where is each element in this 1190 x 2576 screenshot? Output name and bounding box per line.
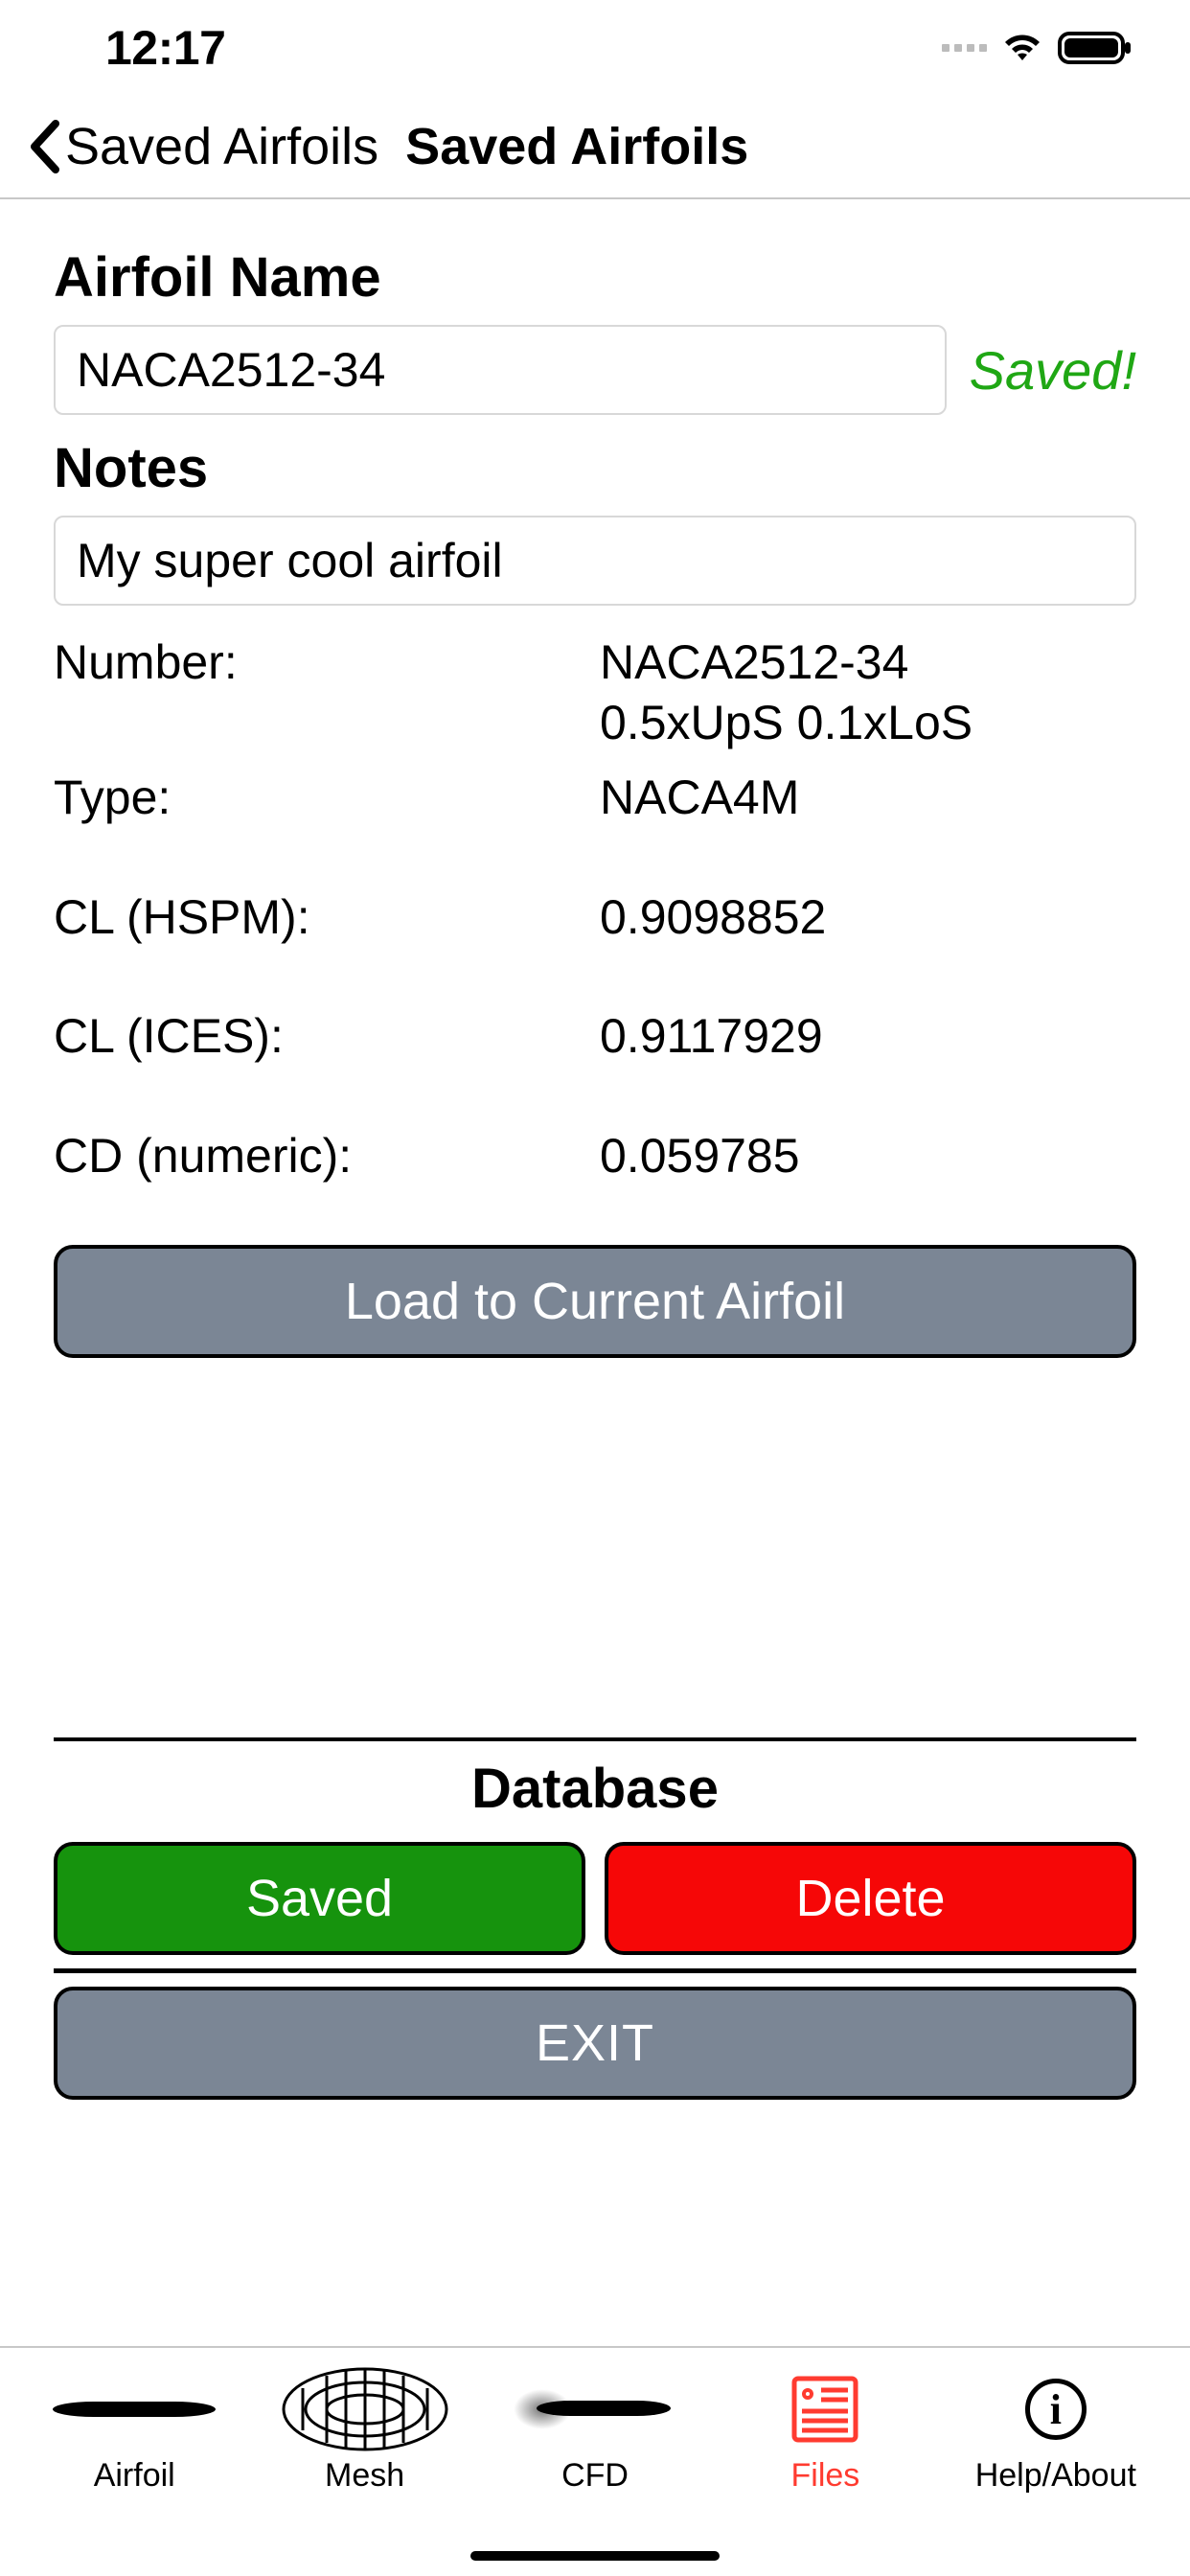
detail-label: CL (HSPM): (54, 887, 600, 948)
info-icon: i (1025, 2361, 1087, 2457)
database-heading: Database (54, 1757, 1136, 1821)
tab-files[interactable]: Files (710, 2361, 940, 2576)
detail-label: CD (numeric): (54, 1126, 600, 1186)
tab-cfd[interactable]: CFD (480, 2361, 710, 2576)
divider (54, 1968, 1136, 1973)
mesh-icon (279, 2361, 451, 2457)
divider (54, 1737, 1136, 1741)
nav-bar: Saved Airfoils Saved Airfoils (0, 96, 1190, 199)
detail-row-number: Number: NACA2512-34 0.5xUpS 0.1xLoS (54, 632, 1136, 752)
home-indicator[interactable] (470, 2551, 720, 2561)
delete-button[interactable]: Delete (605, 1842, 1136, 1955)
notes-label: Notes (54, 436, 1136, 500)
tab-label: Help/About (975, 2457, 1136, 2495)
nav-title: Saved Airfoils (405, 117, 748, 176)
notes-input[interactable] (54, 516, 1136, 606)
airfoil-name-input[interactable] (54, 325, 947, 415)
back-button[interactable]: Saved Airfoils (27, 117, 378, 176)
chevron-left-icon (27, 120, 61, 173)
detail-value: 0.9117929 (600, 1006, 823, 1067)
tab-label: CFD (561, 2457, 629, 2495)
exit-button[interactable]: EXIT (54, 1987, 1136, 2100)
status-right (942, 31, 1133, 65)
tab-airfoil[interactable]: Airfoil (19, 2361, 249, 2576)
tab-label: Airfoil (94, 2457, 175, 2495)
wifi-icon (1000, 32, 1044, 64)
airfoil-name-label: Airfoil Name (54, 245, 1136, 310)
content: Airfoil Name Saved! Notes Number: NACA25… (0, 199, 1190, 2100)
detail-row-cd: CD (numeric): 0.059785 (54, 1126, 1136, 1186)
detail-value: 0.059785 (600, 1126, 800, 1186)
status-time: 12:17 (105, 20, 225, 76)
files-icon (789, 2361, 861, 2457)
tab-mesh[interactable]: Mesh (249, 2361, 479, 2576)
tab-help-about[interactable]: i Help/About (941, 2361, 1171, 2576)
detail-row-type: Type: NACA4M (54, 768, 1136, 828)
back-label: Saved Airfoils (65, 117, 378, 176)
detail-value: 0.5xUpS 0.1xLoS (600, 693, 973, 753)
saved-badge: Saved! (970, 339, 1136, 402)
battery-icon (1058, 31, 1133, 65)
detail-value: NACA4M (600, 768, 799, 828)
cellular-dots-icon (942, 44, 987, 52)
detail-label: CL (ICES): (54, 1006, 600, 1067)
detail-row-cl-hspm: CL (HSPM): 0.9098852 (54, 887, 1136, 948)
cfd-icon (514, 2361, 676, 2457)
tab-label: Files (791, 2457, 860, 2495)
load-to-current-airfoil-button[interactable]: Load to Current Airfoil (54, 1245, 1136, 1358)
saved-button[interactable]: Saved (54, 1842, 585, 1955)
detail-value: 0.9098852 (600, 887, 826, 948)
detail-value: NACA2512-34 (600, 632, 973, 693)
tab-bar: Airfoil Mesh (0, 2346, 1190, 2576)
tab-label: Mesh (325, 2457, 404, 2495)
detail-label: Type: (54, 768, 600, 828)
detail-label: Number: (54, 632, 600, 752)
status-bar: 12:17 (0, 0, 1190, 96)
detail-row-cl-ices: CL (ICES): 0.9117929 (54, 1006, 1136, 1067)
airfoil-icon (53, 2361, 216, 2457)
